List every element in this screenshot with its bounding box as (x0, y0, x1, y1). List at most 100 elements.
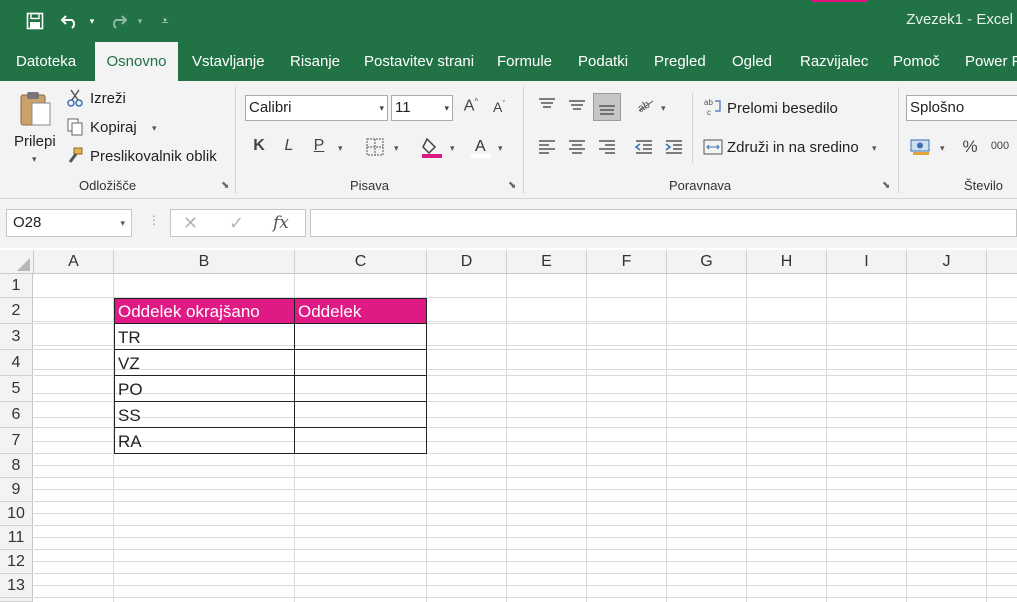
column-header-e[interactable]: E (507, 250, 587, 274)
row-header-13[interactable]: 13 (0, 574, 33, 598)
tab-postavitev-strani[interactable]: Postavitev strani (364, 42, 474, 81)
tab-osnovno[interactable]: Osnovno (95, 42, 178, 81)
table-cell-c5[interactable] (294, 375, 427, 402)
table-cell-b7[interactable]: RA (114, 427, 295, 454)
column-header-c[interactable]: C (295, 250, 427, 274)
underline-button[interactable]: P (310, 137, 328, 155)
table-cell-b3[interactable]: TR (114, 323, 295, 350)
column-header-g[interactable]: G (667, 250, 747, 274)
cut-button[interactable]: Izreži (90, 90, 126, 107)
customize-icon[interactable]: ⩡ (158, 8, 172, 34)
table-cell-b5[interactable]: PO (114, 375, 295, 402)
formula-bar-grip-icon[interactable]: ⋮ (148, 213, 160, 227)
table-header-oddelek-okrajsano[interactable]: Oddelek okrajšano (114, 298, 295, 324)
alignment-launcher-icon[interactable]: ⬊ (882, 180, 890, 191)
align-middle-icon[interactable] (567, 95, 587, 115)
column-header-a[interactable]: A (34, 250, 114, 274)
cancel-icon[interactable]: ✕ (183, 213, 198, 234)
merge-center-button[interactable]: Združi in na sredino (727, 139, 859, 156)
enter-icon[interactable]: ✓ (229, 213, 244, 234)
orientation-dropdown-icon[interactable]: ▾ (661, 103, 666, 114)
table-cell-c6[interactable] (294, 401, 427, 428)
font-size-select[interactable]: 11 ▾ (391, 95, 453, 121)
merge-center-dropdown-icon[interactable]: ▾ (872, 143, 877, 154)
decrease-font-icon[interactable]: Aˇ (489, 99, 509, 115)
paste-dropdown-icon[interactable]: ▾ (32, 154, 37, 165)
orientation-icon[interactable]: ab (635, 95, 657, 115)
table-cell-c4[interactable] (294, 349, 427, 376)
row-header-3[interactable]: 3 (0, 324, 33, 350)
tab-risanje[interactable]: Risanje (290, 42, 340, 81)
decrease-indent-icon[interactable] (634, 137, 654, 157)
tab-pomoc[interactable]: Pomoč (893, 42, 940, 81)
tab-razvijalec[interactable]: Razvijalec (800, 42, 868, 81)
undo-dropdown-icon[interactable]: ▾ (86, 8, 98, 34)
row-header-2[interactable]: 2 (0, 298, 33, 324)
font-name-select[interactable]: Calibri ▾ (245, 95, 388, 121)
column-header-d[interactable]: D (427, 250, 507, 274)
fill-color-icon[interactable] (420, 135, 444, 159)
save-icon[interactable] (22, 8, 48, 34)
table-header-oddelek[interactable]: Oddelek (294, 298, 427, 324)
insert-function-icon[interactable]: fx (273, 213, 289, 233)
paste-icon[interactable] (18, 89, 54, 129)
column-header-i[interactable]: I (827, 250, 907, 274)
table-cell-c7[interactable] (294, 427, 427, 454)
align-left-icon[interactable] (537, 137, 557, 157)
font-color-dropdown-icon[interactable]: ▾ (498, 143, 503, 154)
currency-dropdown-icon[interactable]: ▾ (940, 143, 945, 154)
row-header-6[interactable]: 6 (0, 402, 33, 428)
row-header-7[interactable]: 7 (0, 428, 33, 454)
undo-icon[interactable] (58, 8, 82, 34)
row-header-1[interactable]: 1 (0, 274, 33, 298)
font-color-icon[interactable]: A (470, 135, 492, 159)
copy-button[interactable]: Kopiraj (90, 119, 137, 136)
number-format-select[interactable]: Splošno (906, 95, 1017, 121)
select-all-corner[interactable] (0, 250, 34, 274)
row-header-12[interactable]: 12 (0, 550, 33, 574)
column-header-b[interactable]: B (114, 250, 295, 274)
row-header-9[interactable]: 9 (0, 478, 33, 502)
underline-dropdown-icon[interactable]: ▾ (338, 143, 343, 154)
borders-icon[interactable] (364, 137, 386, 157)
tab-pregled[interactable]: Pregled (654, 42, 706, 81)
wrap-text-button[interactable]: Prelomi besedilo (727, 100, 838, 117)
tab-datoteka[interactable]: Datoteka (16, 42, 76, 81)
format-painter-button[interactable]: Preslikovalnik oblik (90, 148, 217, 165)
fill-color-dropdown-icon[interactable]: ▾ (450, 143, 455, 154)
align-center-icon[interactable] (567, 137, 587, 157)
align-bottom-icon[interactable] (593, 93, 621, 121)
increase-indent-icon[interactable] (664, 137, 684, 157)
name-box[interactable]: O28 ▾ (6, 209, 132, 237)
table-cell-c3[interactable] (294, 323, 427, 350)
tab-podatki[interactable]: Podatki (578, 42, 628, 81)
row-header-14[interactable] (0, 598, 33, 602)
tab-ogled[interactable]: Ogled (732, 42, 772, 81)
row-header-4[interactable]: 4 (0, 350, 33, 376)
align-right-icon[interactable] (597, 137, 617, 157)
table-cell-b4[interactable]: VZ (114, 349, 295, 376)
row-header-10[interactable]: 10 (0, 502, 33, 526)
table-cell-b6[interactable]: SS (114, 401, 295, 428)
clipboard-launcher-icon[interactable]: ⬊ (221, 180, 229, 191)
row-header-11[interactable]: 11 (0, 526, 33, 550)
redo-icon[interactable] (106, 8, 130, 34)
tab-formule[interactable]: Formule (497, 42, 552, 81)
increase-font-icon[interactable]: A^ (461, 97, 481, 115)
tab-power-pivot[interactable]: Power P (965, 42, 1017, 81)
column-header-k[interactable] (987, 250, 1017, 274)
formula-input[interactable] (310, 209, 1017, 237)
align-top-icon[interactable] (537, 95, 557, 115)
currency-format-icon[interactable] (910, 137, 932, 157)
paste-button[interactable]: Prilepi (14, 133, 56, 150)
row-header-5[interactable]: 5 (0, 376, 33, 402)
percent-button[interactable]: % (960, 137, 980, 157)
bold-button[interactable]: K (250, 137, 268, 155)
row-header-8[interactable]: 8 (0, 454, 33, 478)
italic-button[interactable]: L (280, 137, 298, 155)
thousands-separator-button[interactable]: 000 (988, 140, 1012, 152)
column-header-f[interactable]: F (587, 250, 667, 274)
column-header-j[interactable]: J (907, 250, 987, 274)
tab-vstavljanje[interactable]: Vstavljanje (192, 42, 265, 81)
borders-dropdown-icon[interactable]: ▾ (394, 143, 399, 154)
